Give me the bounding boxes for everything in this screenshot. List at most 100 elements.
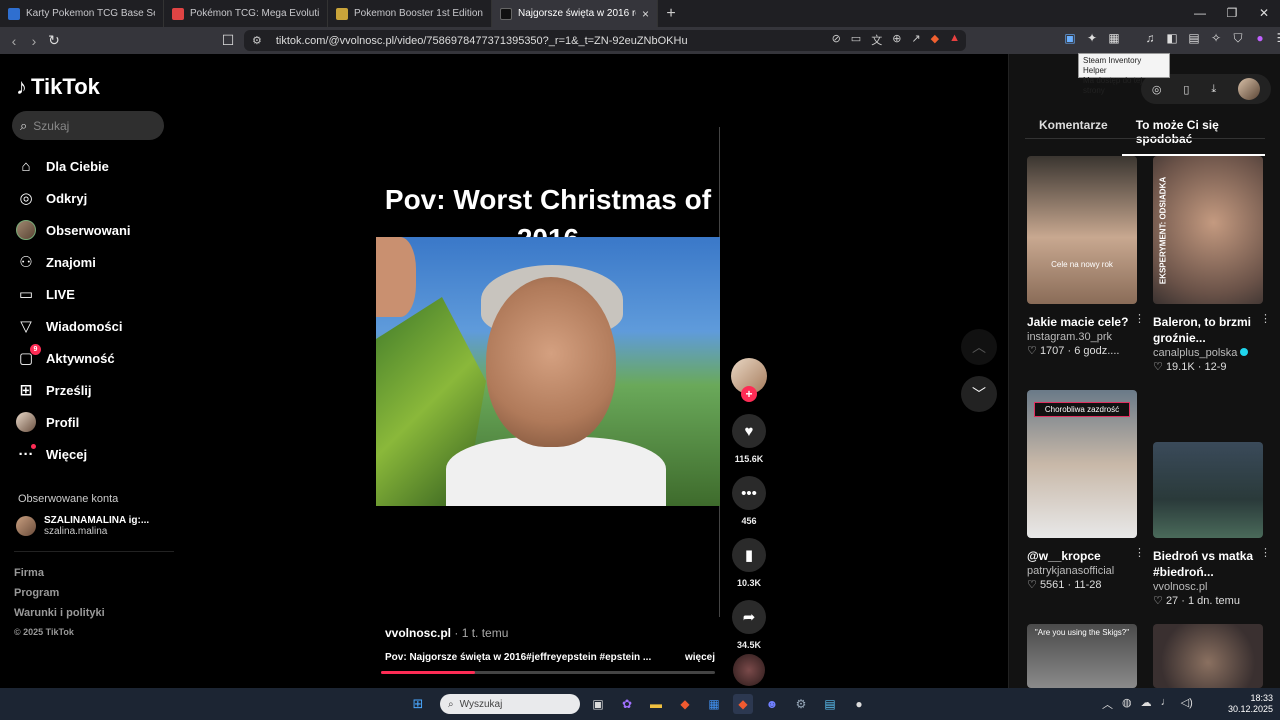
- browser-tab-active[interactable]: Najgorsze święta w 2016 roku ×: [492, 0, 658, 27]
- profile-icon[interactable]: ●: [1254, 31, 1266, 46]
- taskbar-clock[interactable]: 18:33 30.12.2025: [1228, 693, 1273, 715]
- previous-video-chevron-up-icon[interactable]: ︿: [961, 329, 997, 365]
- music-disc-icon[interactable]: [733, 654, 765, 686]
- sidebar-toggle-icon[interactable]: ◧: [1166, 31, 1178, 46]
- user-avatar[interactable]: [1238, 78, 1261, 100]
- followed-account-item[interactable]: SZALINAMALINA ig:... szalina.malina: [16, 515, 149, 537]
- store-icon[interactable]: ▦: [704, 694, 724, 714]
- save-action[interactable]: ▮ 10.3K: [732, 538, 766, 588]
- video-thumbnail[interactable]: "Are you using the Skigs?": [1027, 624, 1137, 688]
- footer-link-company[interactable]: Firma: [14, 567, 105, 587]
- recommended-card[interactable]: [1153, 624, 1265, 688]
- copilot-icon[interactable]: ✿: [617, 694, 637, 714]
- volume-icon[interactable]: ◁): [1181, 696, 1193, 712]
- more-options-icon[interactable]: ⋮: [1260, 312, 1271, 325]
- settings-gear-icon[interactable]: ⚙: [791, 694, 811, 714]
- card-author[interactable]: vvolnosc.pl: [1153, 581, 1265, 593]
- footer-link-program[interactable]: Program: [14, 587, 105, 607]
- card-author[interactable]: patrykjanasofficial: [1027, 565, 1139, 577]
- search-input[interactable]: ⌕ Szukaj: [12, 111, 164, 140]
- video-progress-bar[interactable]: [381, 671, 715, 674]
- comment-icon[interactable]: •••: [732, 476, 766, 510]
- video-author[interactable]: vvolnosc.pl: [385, 626, 451, 640]
- chevron-up-icon[interactable]: ︿: [1102, 696, 1113, 712]
- video-thumbnail[interactable]: EKSPERYMENT: ODSIADKA: [1153, 156, 1263, 304]
- brave-browser-icon[interactable]: ◆: [675, 694, 695, 714]
- tray-app-icon[interactable]: ◍: [1122, 696, 1132, 712]
- windows-start-icon[interactable]: ⊞: [408, 694, 428, 714]
- no-tracking-icon[interactable]: ⊘: [832, 32, 841, 48]
- recommended-card[interactable]: EKSPERYMENT: ODSIADKA ⋮ Baleron, to brzm…: [1153, 156, 1271, 373]
- sidebar-item-messages[interactable]: ▽ Wiadomości: [16, 310, 131, 342]
- recommended-card[interactable]: ⋮ Biedroń vs matka #biedroń... vvolnosc.…: [1153, 442, 1271, 607]
- share-action[interactable]: ➦ 34.5K: [732, 600, 766, 650]
- site-settings-icon[interactable]: ⚙: [252, 34, 262, 47]
- sidebar-item-for-you[interactable]: ⌂ Dla Ciebie: [16, 150, 131, 182]
- video-thumbnail[interactable]: Cele na nowy rok: [1027, 156, 1137, 304]
- card-author-row[interactable]: canalplus_polska: [1153, 347, 1265, 359]
- like-action[interactable]: ♥ 115.6K: [732, 414, 766, 464]
- restore-button[interactable]: ❐: [1216, 0, 1248, 27]
- creator-avatar[interactable]: +: [731, 358, 767, 402]
- mobile-app-icon[interactable]: ▯: [1183, 83, 1189, 96]
- reload-icon[interactable]: ↻: [44, 32, 64, 49]
- brave-rewards-icon[interactable]: ▲: [949, 32, 960, 48]
- follow-plus-icon[interactable]: +: [741, 386, 757, 402]
- back-icon[interactable]: ‹: [4, 33, 24, 49]
- screenshot-icon[interactable]: ▦: [1108, 31, 1120, 46]
- sidebar-item-upload[interactable]: ⊞ Prześlij: [16, 374, 131, 406]
- tab-recommended[interactable]: To może Ci się spodobać: [1121, 113, 1265, 156]
- bookmark-icon[interactable]: ☐: [218, 32, 238, 49]
- browser-tab-2[interactable]: Pokémon TCG: Mega Evolution - Boo: [164, 0, 328, 27]
- video-thumbnail[interactable]: [1153, 442, 1263, 538]
- menu-icon[interactable]: ☰: [1276, 31, 1280, 46]
- brave-active-icon[interactable]: ◆: [733, 694, 753, 714]
- zoom-icon[interactable]: ⊕: [892, 32, 901, 48]
- video-thumbnail[interactable]: Chorobliwa zazdrość: [1027, 390, 1137, 538]
- sidebar-item-activity[interactable]: ▢ 9 Aktywność: [16, 342, 131, 374]
- translate-icon[interactable]: 文: [871, 32, 882, 48]
- address-bar[interactable]: ⚙ tiktok.com/@vvolnosc.pl/video/75869784…: [244, 30, 966, 51]
- recommended-card[interactable]: "Are you using the Skigs?": [1027, 624, 1139, 688]
- recommended-card[interactable]: Cele na nowy rok ⋮ Jakie macie cele? ins…: [1027, 156, 1145, 357]
- video-thumbnail[interactable]: [1153, 624, 1263, 688]
- extensions-puzzle-icon[interactable]: ✦: [1086, 31, 1098, 46]
- sidebar-item-more[interactable]: ··· Więcej: [16, 438, 131, 470]
- discord-icon[interactable]: ☻: [762, 694, 782, 714]
- more-options-icon[interactable]: ⋮: [1260, 546, 1271, 559]
- steam-inventory-helper-icon[interactable]: ▣: [1064, 31, 1076, 46]
- more-link[interactable]: więcej: [685, 652, 715, 663]
- sidebar-item-friends[interactable]: ⚇ Znajomi: [16, 246, 131, 278]
- download-icon[interactable]: ⤓: [1211, 83, 1216, 96]
- share-icon[interactable]: ↗: [911, 32, 920, 48]
- more-options-icon[interactable]: ⋮: [1134, 312, 1145, 325]
- sidebar-item-live[interactable]: ▭ LIVE: [16, 278, 131, 310]
- brave-shield-icon[interactable]: ◆: [931, 32, 939, 48]
- close-window-button[interactable]: ✕: [1248, 0, 1280, 27]
- bookmark-save-icon[interactable]: ▮: [732, 538, 766, 572]
- vpn-icon[interactable]: ⛉: [1232, 31, 1244, 46]
- next-video-chevron-down-icon[interactable]: ﹀: [961, 376, 997, 412]
- tiktok-logo[interactable]: ♪ TikTok: [16, 74, 100, 100]
- wallet-icon[interactable]: ▤: [1188, 31, 1200, 46]
- game-app-icon[interactable]: ●: [849, 694, 869, 714]
- browser-tab-1[interactable]: Karty Pokemon TCG Base Set - 1999 |: [0, 0, 164, 27]
- task-view-icon[interactable]: ▣: [588, 694, 608, 714]
- music-icon[interactable]: ♫: [1144, 31, 1156, 46]
- close-tab-icon[interactable]: ×: [642, 7, 649, 21]
- cast-icon[interactable]: ▭: [851, 32, 861, 48]
- browser-tab-3[interactable]: Pokemon Booster 1st Edition Pack fo: [328, 0, 492, 27]
- tab-comments[interactable]: Komentarze: [1025, 113, 1122, 156]
- card-author[interactable]: instagram.30_prk: [1027, 331, 1139, 343]
- more-options-icon[interactable]: ⋮: [1134, 546, 1145, 559]
- comment-action[interactable]: ••• 456: [732, 476, 766, 526]
- cloud-icon[interactable]: ☁: [1141, 696, 1152, 712]
- new-tab-button[interactable]: +: [658, 5, 684, 23]
- file-explorer-icon[interactable]: ▬: [646, 694, 666, 714]
- share-arrow-icon[interactable]: ➦: [732, 600, 766, 634]
- sidebar-item-explore[interactable]: ◎ Odkryj: [16, 182, 131, 214]
- footer-link-terms[interactable]: Warunki i polityki: [14, 607, 105, 627]
- minimize-button[interactable]: —: [1184, 0, 1216, 27]
- sidebar-item-profile[interactable]: Profil: [16, 406, 131, 438]
- sidebar-item-following[interactable]: Obserwowani: [16, 214, 131, 246]
